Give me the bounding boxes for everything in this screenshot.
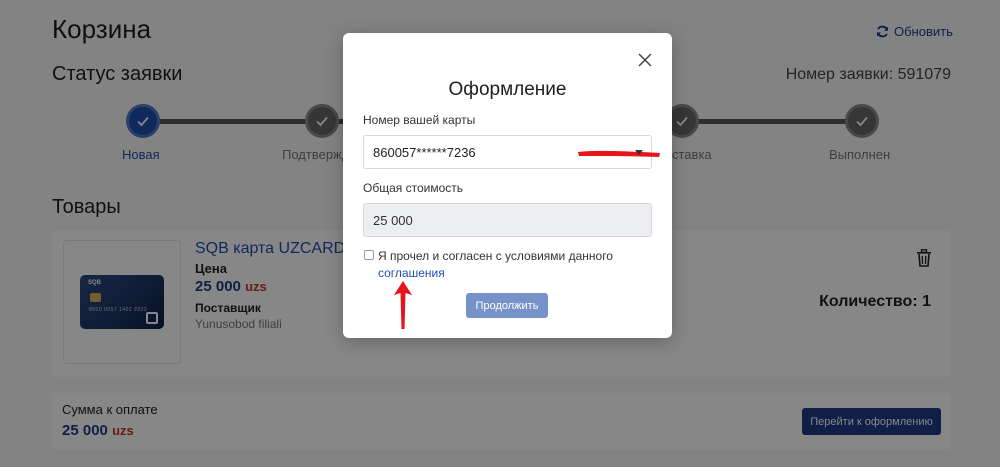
agree-text-label: Я прочел и согласен с условиями данного [378,249,613,263]
close-icon[interactable] [637,52,653,68]
agree-checkbox[interactable] [364,250,374,260]
redaction-scribble [578,150,660,157]
total-field: 25 000 [363,203,652,237]
arrow-up-icon [394,281,412,329]
modal-title: Оформление [448,79,567,100]
chevron-down-icon [635,150,643,155]
card-number-value: 860057******7236 [373,144,476,160]
card-number-label: Номер вашей карты [363,113,476,127]
total-value: 25 000 [373,212,413,228]
continue-button[interactable]: Продолжить [466,293,548,318]
agreement-link[interactable]: соглашения [378,266,445,280]
card-number-select[interactable]: 860057******7236 [363,135,660,169]
total-label: Общая стоимость [363,181,463,195]
agree-text: Я прочел и согласен с условиями данного … [378,248,638,282]
